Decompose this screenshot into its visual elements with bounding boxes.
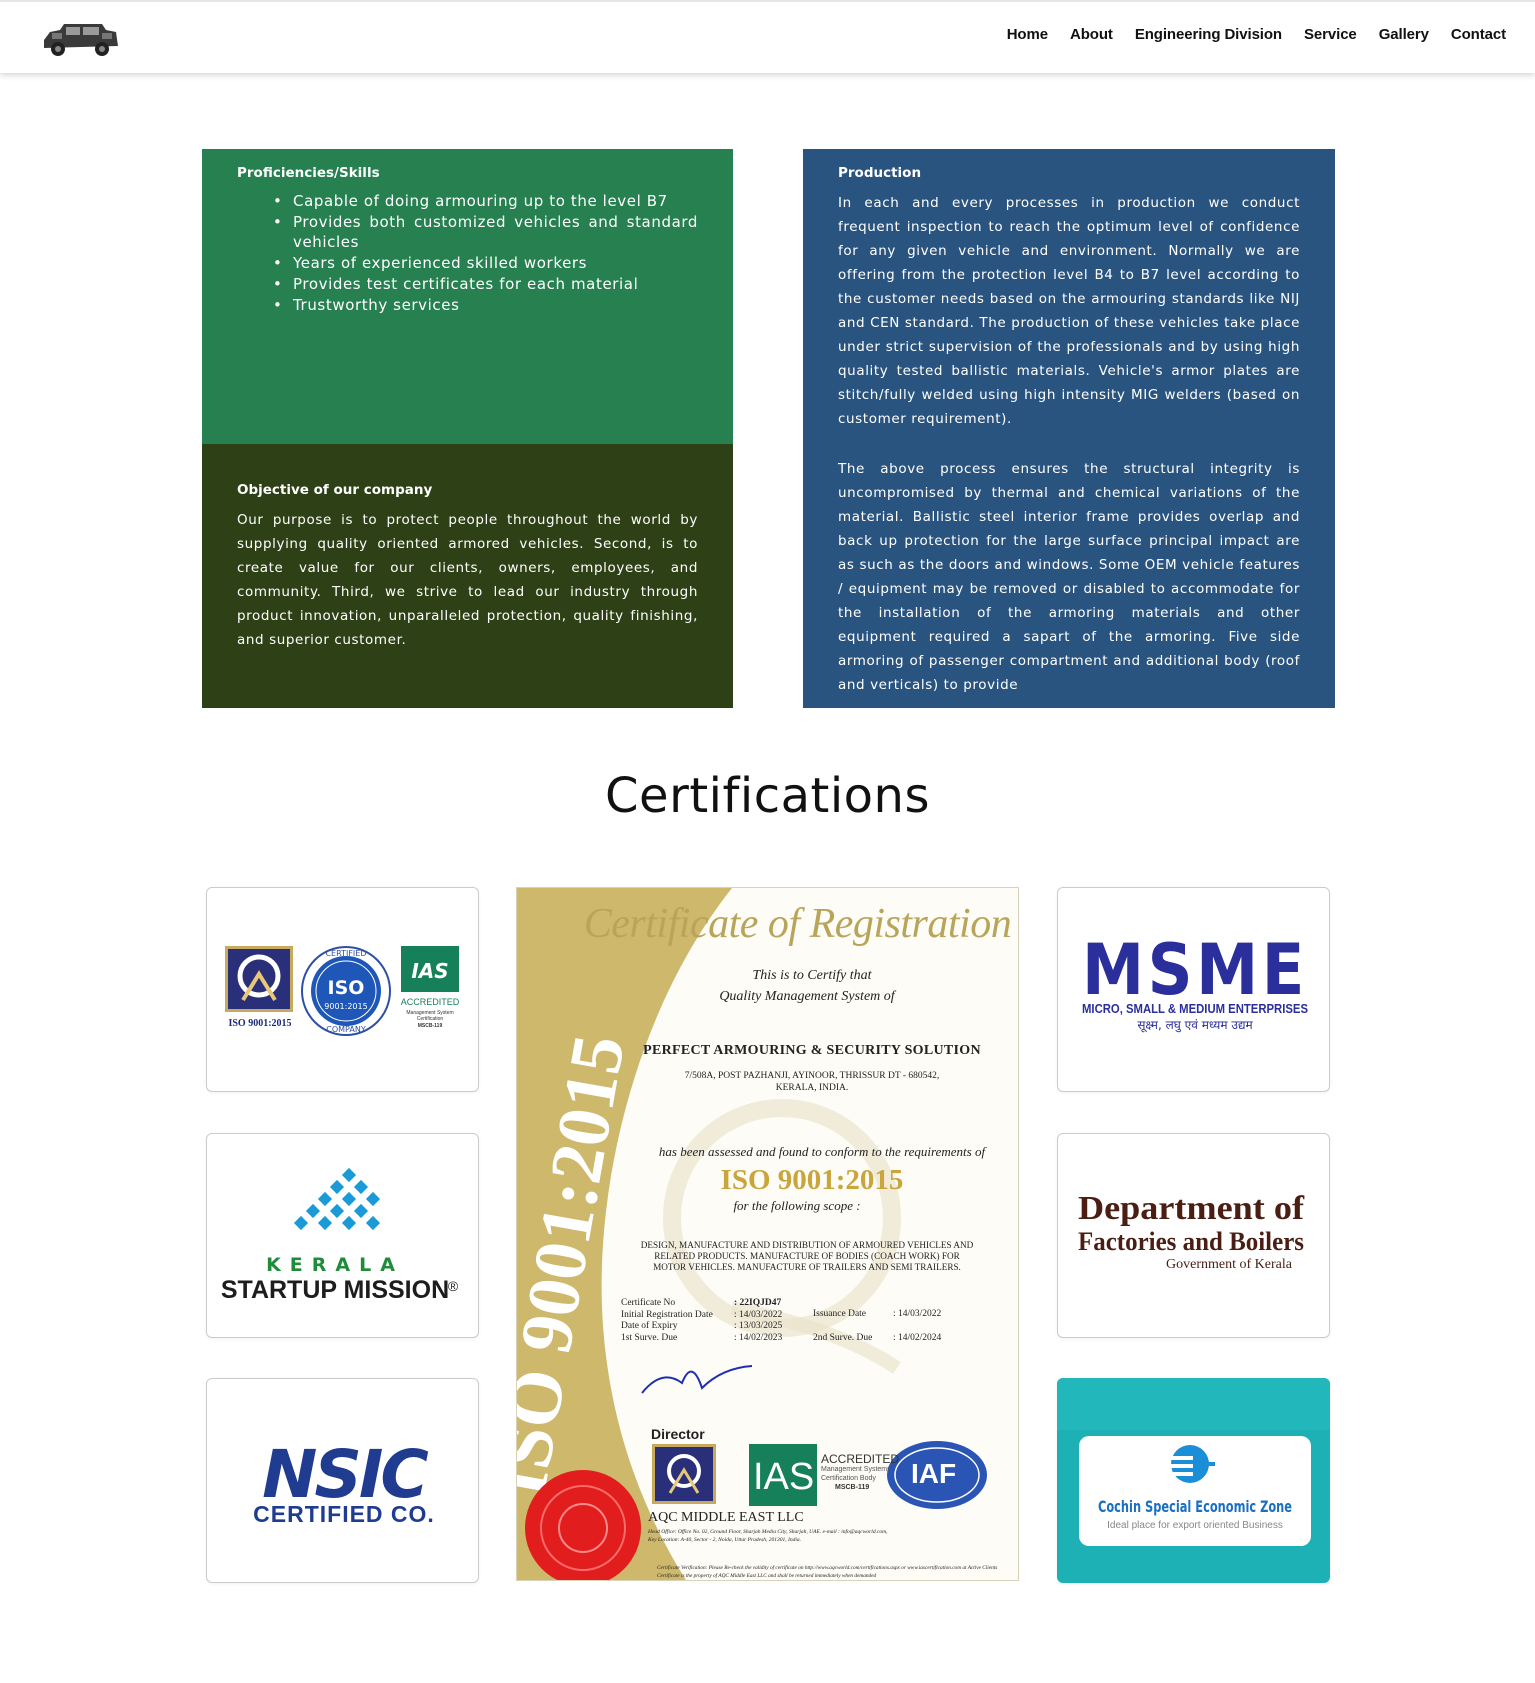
objective-title: Objective of our company: [237, 482, 433, 498]
iso-logos: ISO 9001:2015 CERTIFIED ISO 9001:2015 CO…: [225, 946, 460, 1036]
iso-ring-top: CERTIFIED: [325, 949, 366, 958]
certificate-ias-sub2: Certification Body: [821, 1475, 876, 1482]
proficiencies-title: Proficiencies/Skills: [237, 165, 380, 181]
certificate-issuer: AQC MIDDLE EAST LLC: [648, 1510, 804, 1525]
certificate-fine-4: Certificate is the property of AQC Middl…: [657, 1573, 877, 1579]
nsic-card: NSIC CERTIFIED CO.: [206, 1378, 479, 1583]
production-title: Production: [838, 165, 922, 181]
proficiency-item: Provides test certificates for each mate…: [273, 274, 698, 294]
proficiencies-panel: Proficiencies/Skills Capable of doing ar…: [202, 149, 733, 444]
certificate-scope-1: DESIGN, MANUFACTURE AND DISTRIBUTION OF …: [640, 1240, 974, 1250]
iso-ring-mid: ISO: [328, 977, 365, 999]
expiry-label: Date of Expiry: [621, 1321, 678, 1331]
nav-engineering-division[interactable]: Engineering Division: [1124, 24, 1293, 45]
iso-ring-bottom: COMPANY: [326, 1025, 366, 1034]
cert-no: : 22IQJD47: [734, 1298, 782, 1308]
production-paragraph-1: In each and every processes in productio…: [838, 195, 1300, 427]
ias-logo: IAS: [411, 959, 448, 983]
iso-label: ISO 9001:2015: [228, 1018, 291, 1029]
iso-ring-std: 9001:2015: [324, 1002, 367, 1011]
certificate-accredited: ACCREDITED: [821, 1452, 900, 1466]
certifications-heading: Certifications: [605, 768, 930, 824]
certificate-scope-3: MOTOR VEHICLES. MANUFACTURE OF TRAILERS …: [653, 1262, 961, 1272]
ksum-line2: STARTUP MISSION: [221, 1276, 449, 1304]
factories-boilers-card: Department of Factories and Boilers Gove…: [1057, 1133, 1330, 1338]
cochin-line2: Ideal place for export oriented Business: [1107, 1520, 1283, 1531]
nsic-certified: CERTIFIED CO.: [253, 1501, 435, 1527]
certificate-ias-sub1: Management Systems: [821, 1466, 891, 1473]
certificate-scope-2: RELATED PRODUCTS. MANUFACTURE OF BODIES …: [654, 1251, 960, 1261]
objective-text: Our purpose is to protect people through…: [237, 512, 698, 648]
certify-line-2: Quality Management System of: [719, 989, 895, 1004]
issuance-label: Issuance Date: [813, 1309, 867, 1319]
certificate-scope-label: for the following scope :: [733, 1198, 861, 1213]
certificate-company: PERFECT ARMOURING & SECURITY SOLUTION: [643, 1043, 981, 1058]
site-header: Home About Engineering Division Service …: [0, 0, 1535, 73]
objective-panel: Objective of our company Our purpose is …: [202, 444, 733, 708]
initial-label: Initial Registration Date: [621, 1309, 713, 1320]
surv2-label: 2nd Surve. Due: [813, 1332, 873, 1343]
certificate-ias-code: MSCB-119: [835, 1484, 870, 1491]
nav-home[interactable]: Home: [996, 24, 1059, 45]
certificate-iaf-logo: IAF: [911, 1458, 957, 1489]
cert-no-label: Certificate No: [621, 1298, 676, 1308]
certificate-assessed: has been assessed and found to conform t…: [658, 1144, 986, 1159]
armoured-vehicle-logo[interactable]: [40, 20, 122, 58]
nav-service[interactable]: Service: [1293, 24, 1368, 45]
certificate-address-2: KERALA, INDIA.: [775, 1083, 849, 1093]
proficiencies-list: Capable of doing armouring up to the lev…: [273, 191, 698, 315]
issuance-date: : 14/03/2022: [893, 1309, 942, 1319]
proficiency-item: Years of experienced skilled workers: [273, 253, 698, 273]
certificate-dates-left: Certificate No : 22IQJD47 Initial Registr…: [621, 1298, 782, 1344]
certificate-fine-3: Certificate Verification: Please Re-chec…: [657, 1565, 998, 1571]
cochin-line1: Cochin Special Economic Zone: [1098, 1497, 1292, 1516]
main-nav: Home About Engineering Division Service …: [996, 24, 1517, 45]
msme-line2: सूक्ष्म, लघु एवं मध्यम उद्यम: [1137, 1018, 1253, 1033]
ksum-line1: KERALA: [266, 1254, 404, 1276]
production-paragraph-2: The above process ensures the structural…: [838, 461, 1300, 693]
factories-line2: Factories and Boilers: [1078, 1227, 1304, 1256]
msme-wordmark: MSME: [1082, 929, 1308, 1011]
initial-date: : 14/03/2022: [734, 1309, 783, 1320]
cochin-sez-card: Cochin Special Economic Zone Ideal place…: [1057, 1378, 1330, 1583]
proficiency-item: Capable of doing armouring up to the lev…: [273, 191, 698, 211]
cochin-sez-logo: Cochin Special Economic Zone Ideal place…: [1057, 1378, 1330, 1583]
msme-card: MSME MICRO, SMALL & MEDIUM ENTERPRISES स…: [1057, 887, 1330, 1092]
expiry-date: : 13/03/2025: [734, 1321, 783, 1331]
msme-line1: MICRO, SMALL & MEDIUM ENTERPRISES: [1082, 1002, 1308, 1016]
surv1-label: 1st Surve. Due: [621, 1332, 678, 1343]
nsic-logo: NSIC CERTIFIED CO.: [253, 1436, 435, 1527]
surv2-date: : 14/02/2024: [893, 1332, 942, 1343]
nav-contact[interactable]: Contact: [1440, 24, 1517, 45]
ias-sub2: Certification: [417, 1016, 444, 1022]
production-panel[interactable]: Production In each and every processes i…: [803, 149, 1335, 708]
factories-logo: Department of Factories and Boilers Gove…: [1078, 1190, 1305, 1272]
msme-logo: MSME MICRO, SMALL & MEDIUM ENTERPRISES स…: [1082, 929, 1308, 1033]
certificate-dates-right: Issuance Date : 14/03/2022 2nd Surve. Due…: [813, 1309, 941, 1344]
surv1-date: : 14/02/2023: [734, 1332, 783, 1343]
nav-about[interactable]: About: [1059, 24, 1124, 45]
certificate-fine-1: Head Office: Office No. 02, Ground Floor…: [648, 1529, 888, 1535]
factories-line3: Government of Kerala: [1166, 1257, 1293, 1272]
proficiency-item: Provides both customized vehicles and st…: [273, 212, 698, 252]
ksum-logo: KERALA STARTUP MISSION ®: [221, 1167, 459, 1304]
iso-certification-card: ISO 9001:2015 CERTIFIED ISO 9001:2015 CO…: [206, 887, 479, 1092]
certify-line-1: This is to Certify that: [752, 968, 872, 983]
ias-accredited: ACCREDITED: [401, 997, 460, 1007]
certificate-director: Director: [651, 1426, 705, 1442]
certificate-heading: Certificate of Registration: [583, 901, 1012, 947]
certificate-address-1: 7/508A, POST PAZHANJI, AYINOOR, THRISSUR…: [684, 1071, 940, 1081]
kerala-startup-mission-card: KERALA STARTUP MISSION ®: [206, 1133, 479, 1338]
certificate-standard: ISO 9001:2015: [720, 1164, 904, 1196]
certificate-fine-2: Key Location: A-40, Sector - 2, Noida, U…: [648, 1537, 801, 1543]
ksum-registered: ®: [448, 1278, 459, 1294]
iso-certificate-document[interactable]: ISO 9001:2015 Certificate of Registratio…: [516, 887, 1019, 1581]
ias-code: MSCB-119: [418, 1023, 443, 1029]
factories-line1: Department of: [1078, 1190, 1305, 1227]
proficiency-item: Trustworthy services: [273, 295, 698, 315]
nav-gallery[interactable]: Gallery: [1368, 24, 1440, 45]
certificate-ias-logo: IAS: [753, 1456, 815, 1498]
